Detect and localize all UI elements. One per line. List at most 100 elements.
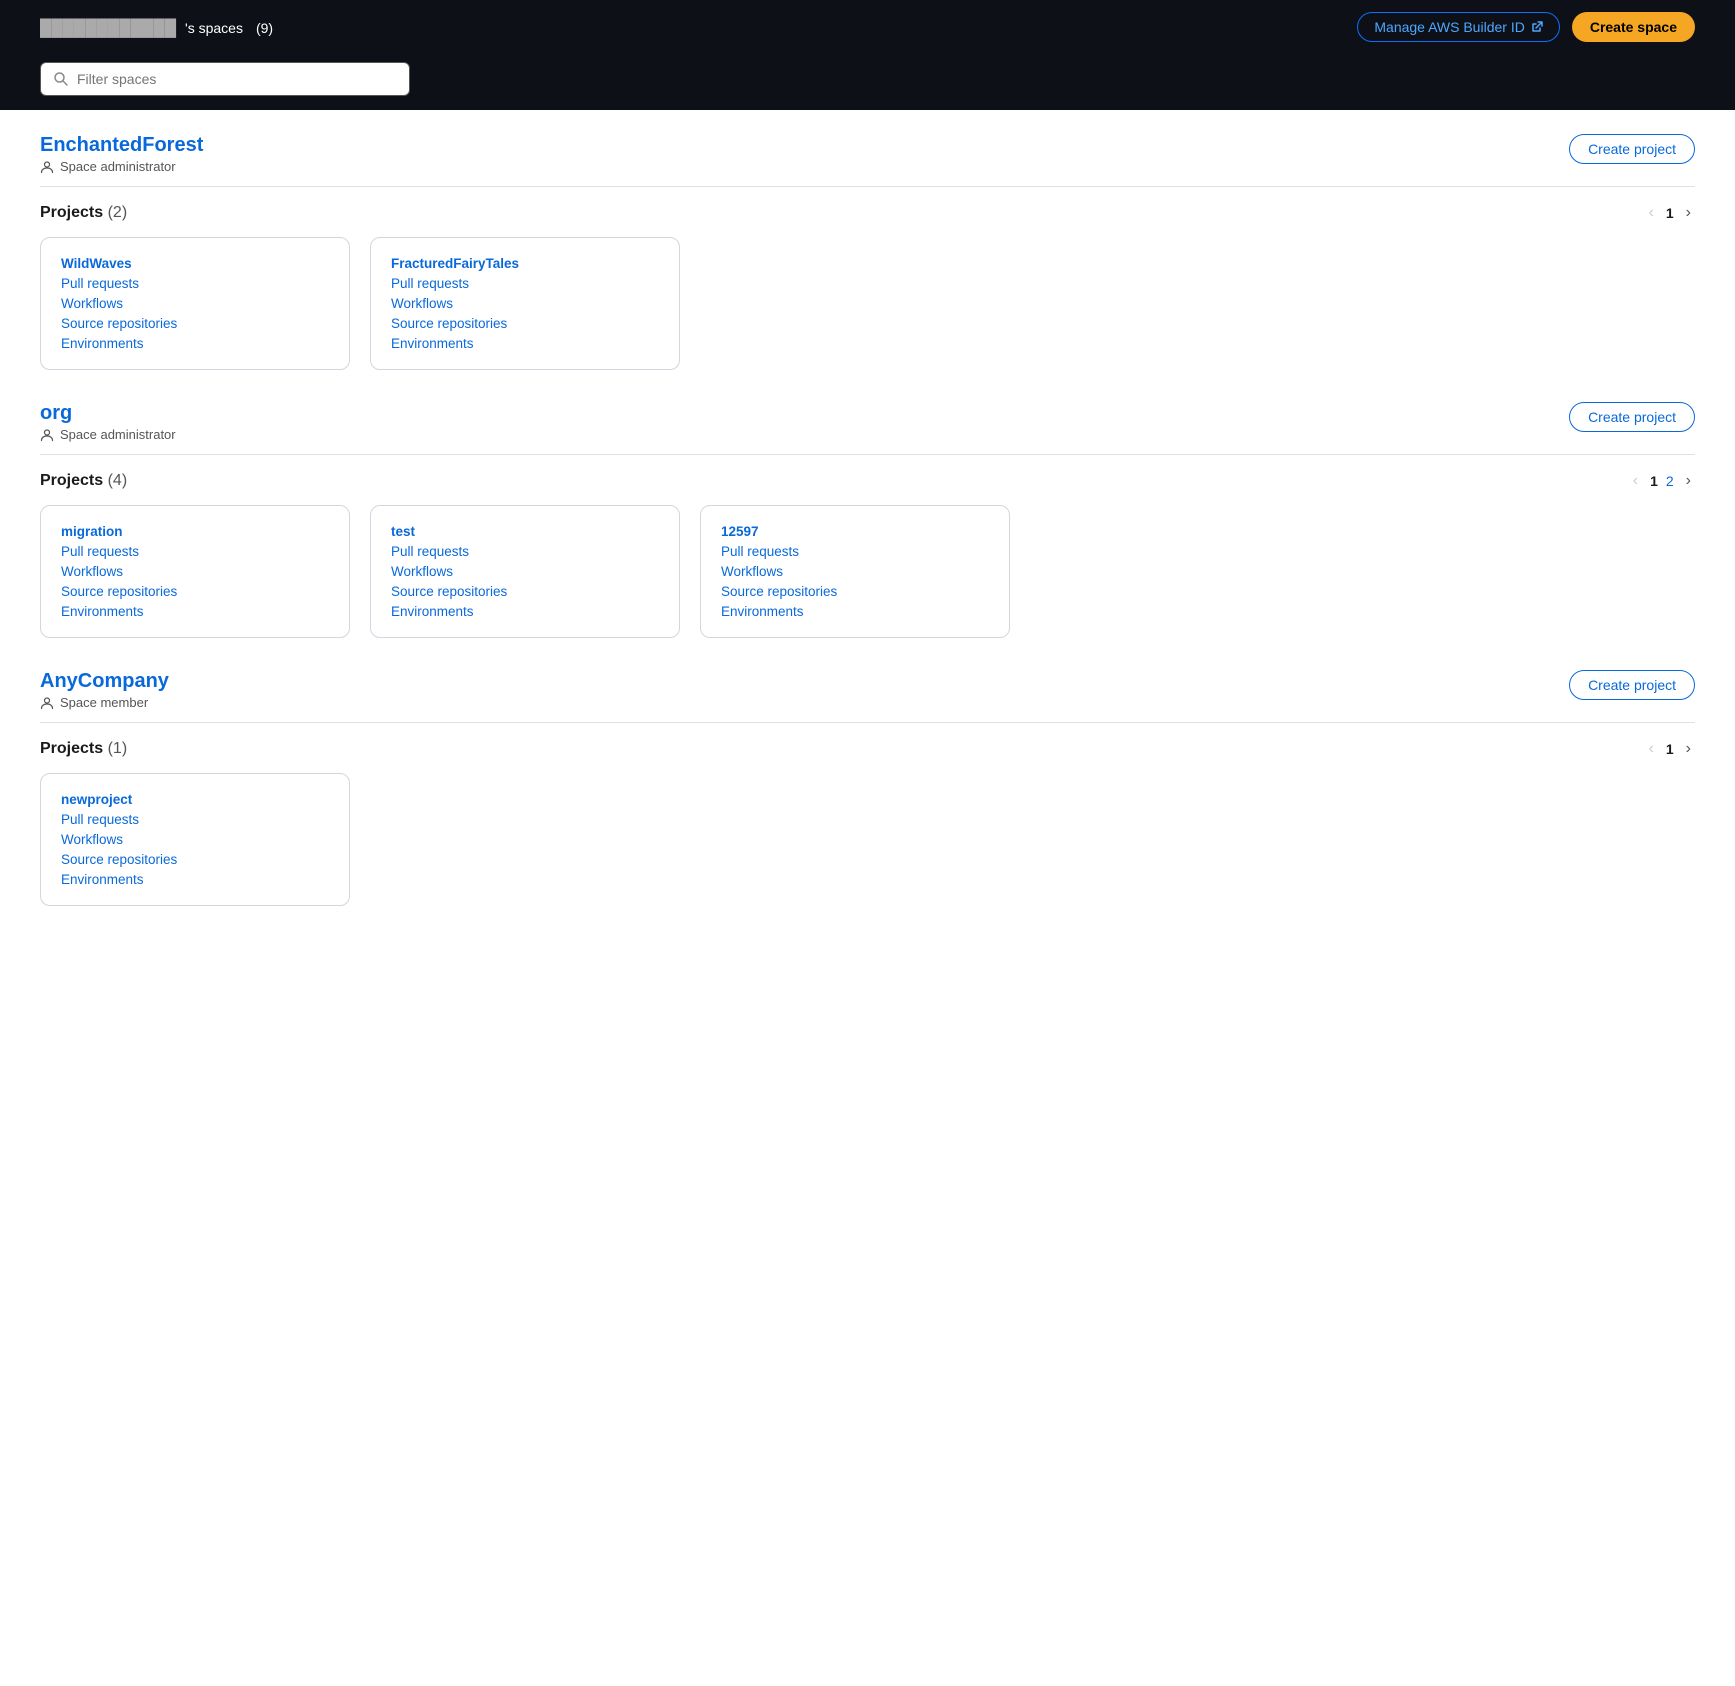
- pagination-prev-anycompany[interactable]: ‹: [1645, 739, 1658, 759]
- space-left-org: org Space administrator: [40, 402, 176, 442]
- search-bar: [40, 62, 410, 96]
- pagination-enchanted-forest: ‹ 1 ›: [1645, 203, 1695, 223]
- project-link-environments-newproject[interactable]: Environments: [61, 872, 329, 887]
- divider-enchanted-forest: [40, 186, 1695, 187]
- project-link-workflows-FracturedFairyTales[interactable]: Workflows: [391, 296, 659, 311]
- project-link-pull-requests-FracturedFairyTales[interactable]: Pull requests: [391, 276, 659, 291]
- pagination-page-1-org: 1: [1650, 473, 1658, 489]
- project-link-pull-requests-12597[interactable]: Pull requests: [721, 544, 989, 559]
- space-section-anycompany: AnyCompany Space member Create project Proj…: [40, 670, 1695, 906]
- project-name-migration[interactable]: migration: [61, 524, 329, 539]
- space-name-enchanted-forest[interactable]: EnchantedForest: [40, 134, 203, 156]
- pagination-next-anycompany[interactable]: ›: [1682, 739, 1695, 759]
- project-name-WildWaves[interactable]: WildWaves: [61, 256, 329, 271]
- header-title: ████████████ 's spaces (9): [40, 17, 277, 38]
- divider-org: [40, 454, 1695, 455]
- project-card-FracturedFairyTales: FracturedFairyTales Pull requests Workflow…: [370, 237, 680, 370]
- manage-aws-builder-id-button[interactable]: Manage AWS Builder ID: [1357, 12, 1559, 42]
- header-left: ████████████ 's spaces (9): [40, 17, 277, 38]
- project-link-pull-requests-newproject[interactable]: Pull requests: [61, 812, 329, 827]
- project-card-12597: 12597 Pull requests Workflows Source reposi…: [700, 505, 1010, 638]
- project-link-pull-requests-WildWaves[interactable]: Pull requests: [61, 276, 329, 291]
- projects-count: (2): [108, 204, 128, 221]
- projects-count: (1): [108, 740, 128, 757]
- project-link-source-repositories-WildWaves[interactable]: Source repositories: [61, 316, 329, 331]
- projects-header-enchanted-forest: Projects (2) ‹ 1 ›: [40, 203, 1695, 223]
- project-name-12597[interactable]: 12597: [721, 524, 989, 539]
- projects-grid-enchanted-forest: WildWaves Pull requests Workflows Source re…: [40, 237, 1695, 370]
- pagination-org: ‹ 12 ›: [1629, 471, 1695, 491]
- projects-label-enchanted-forest: Projects (2): [40, 204, 127, 222]
- search-bar-container: [0, 54, 1735, 110]
- pagination-prev-enchanted-forest[interactable]: ‹: [1645, 203, 1658, 223]
- project-link-pull-requests-test[interactable]: Pull requests: [391, 544, 659, 559]
- project-link-environments-FracturedFairyTales[interactable]: Environments: [391, 336, 659, 351]
- project-link-environments-WildWaves[interactable]: Environments: [61, 336, 329, 351]
- pagination-page-2-org[interactable]: 2: [1666, 473, 1674, 489]
- project-link-workflows-12597[interactable]: Workflows: [721, 564, 989, 579]
- projects-grid-anycompany: newproject Pull requests Workflows Source r…: [40, 773, 1695, 906]
- project-link-workflows-WildWaves[interactable]: Workflows: [61, 296, 329, 311]
- manage-button-label: Manage AWS Builder ID: [1374, 19, 1524, 35]
- person-icon: [40, 160, 54, 174]
- project-link-source-repositories-newproject[interactable]: Source repositories: [61, 852, 329, 867]
- header: ████████████ 's spaces (9) Manage AWS Bu…: [0, 0, 1735, 54]
- project-card-migration: migration Pull requests Workflows Source re…: [40, 505, 350, 638]
- external-link-icon: [1531, 21, 1543, 33]
- projects-header-anycompany: Projects (1) ‹1›: [40, 739, 1695, 759]
- space-left-enchanted-forest: EnchantedForest Space administrator: [40, 134, 203, 174]
- header-buttons: Manage AWS Builder ID Create space: [1357, 12, 1695, 42]
- main-content: EnchantedForest Space administrator Create…: [0, 110, 1735, 962]
- spaces-count: (9): [256, 20, 273, 36]
- project-link-source-repositories-FracturedFairyTales[interactable]: Source repositories: [391, 316, 659, 331]
- create-project-button-enchanted-forest[interactable]: Create project: [1569, 134, 1695, 164]
- projects-label-org: Projects (4): [40, 472, 127, 490]
- filter-spaces-input[interactable]: [77, 71, 397, 87]
- project-link-environments-test[interactable]: Environments: [391, 604, 659, 619]
- pagination-page-1-enchanted-forest: 1: [1666, 205, 1674, 221]
- space-role-org: Space administrator: [40, 427, 176, 442]
- projects-text: Projects: [40, 740, 103, 757]
- space-section-org: org Space administrator Create project Proj…: [40, 402, 1695, 638]
- project-link-workflows-test[interactable]: Workflows: [391, 564, 659, 579]
- projects-text: Projects: [40, 204, 103, 221]
- project-link-environments-migration[interactable]: Environments: [61, 604, 329, 619]
- person-icon: [40, 696, 54, 710]
- project-link-source-repositories-12597[interactable]: Source repositories: [721, 584, 989, 599]
- space-name-anycompany[interactable]: AnyCompany: [40, 670, 169, 692]
- pagination-prev-org[interactable]: ‹: [1629, 471, 1642, 491]
- project-link-environments-12597[interactable]: Environments: [721, 604, 989, 619]
- project-link-workflows-migration[interactable]: Workflows: [61, 564, 329, 579]
- project-link-workflows-newproject[interactable]: Workflows: [61, 832, 329, 847]
- project-name-FracturedFairyTales[interactable]: FracturedFairyTales: [391, 256, 659, 271]
- search-icon: [53, 71, 69, 87]
- space-role-enchanted-forest: Space administrator: [40, 159, 203, 174]
- create-space-button[interactable]: Create space: [1572, 12, 1695, 42]
- project-link-pull-requests-migration[interactable]: Pull requests: [61, 544, 329, 559]
- space-header-enchanted-forest: EnchantedForest Space administrator Create…: [40, 134, 1695, 174]
- space-role-anycompany: Space member: [40, 695, 169, 710]
- project-card-newproject: newproject Pull requests Workflows Source r…: [40, 773, 350, 906]
- pagination-next-org[interactable]: ›: [1682, 471, 1695, 491]
- create-project-button-org[interactable]: Create project: [1569, 402, 1695, 432]
- project-link-source-repositories-test[interactable]: Source repositories: [391, 584, 659, 599]
- space-section-enchanted-forest: EnchantedForest Space administrator Create…: [40, 134, 1695, 370]
- space-name-org[interactable]: org: [40, 402, 72, 424]
- spaces-label: 's spaces: [185, 20, 243, 36]
- projects-header-org: Projects (4) ‹ 12 ›: [40, 471, 1695, 491]
- project-name-newproject[interactable]: newproject: [61, 792, 329, 807]
- pagination-next-enchanted-forest[interactable]: ›: [1682, 203, 1695, 223]
- space-header-org: org Space administrator Create project: [40, 402, 1695, 442]
- create-project-button-anycompany[interactable]: Create project: [1569, 670, 1695, 700]
- projects-grid-org: migration Pull requests Workflows Source re…: [40, 505, 1695, 638]
- pagination-anycompany: ‹1›: [1645, 739, 1695, 759]
- projects-text: Projects: [40, 472, 103, 489]
- projects-label-anycompany: Projects (1): [40, 740, 127, 758]
- space-header-anycompany: AnyCompany Space member Create project: [40, 670, 1695, 710]
- projects-count: (4): [108, 472, 128, 489]
- divider-anycompany: [40, 722, 1695, 723]
- project-link-source-repositories-migration[interactable]: Source repositories: [61, 584, 329, 599]
- project-name-test[interactable]: test: [391, 524, 659, 539]
- project-card-test: test Pull requests Workflows Source reposit…: [370, 505, 680, 638]
- person-icon: [40, 428, 54, 442]
